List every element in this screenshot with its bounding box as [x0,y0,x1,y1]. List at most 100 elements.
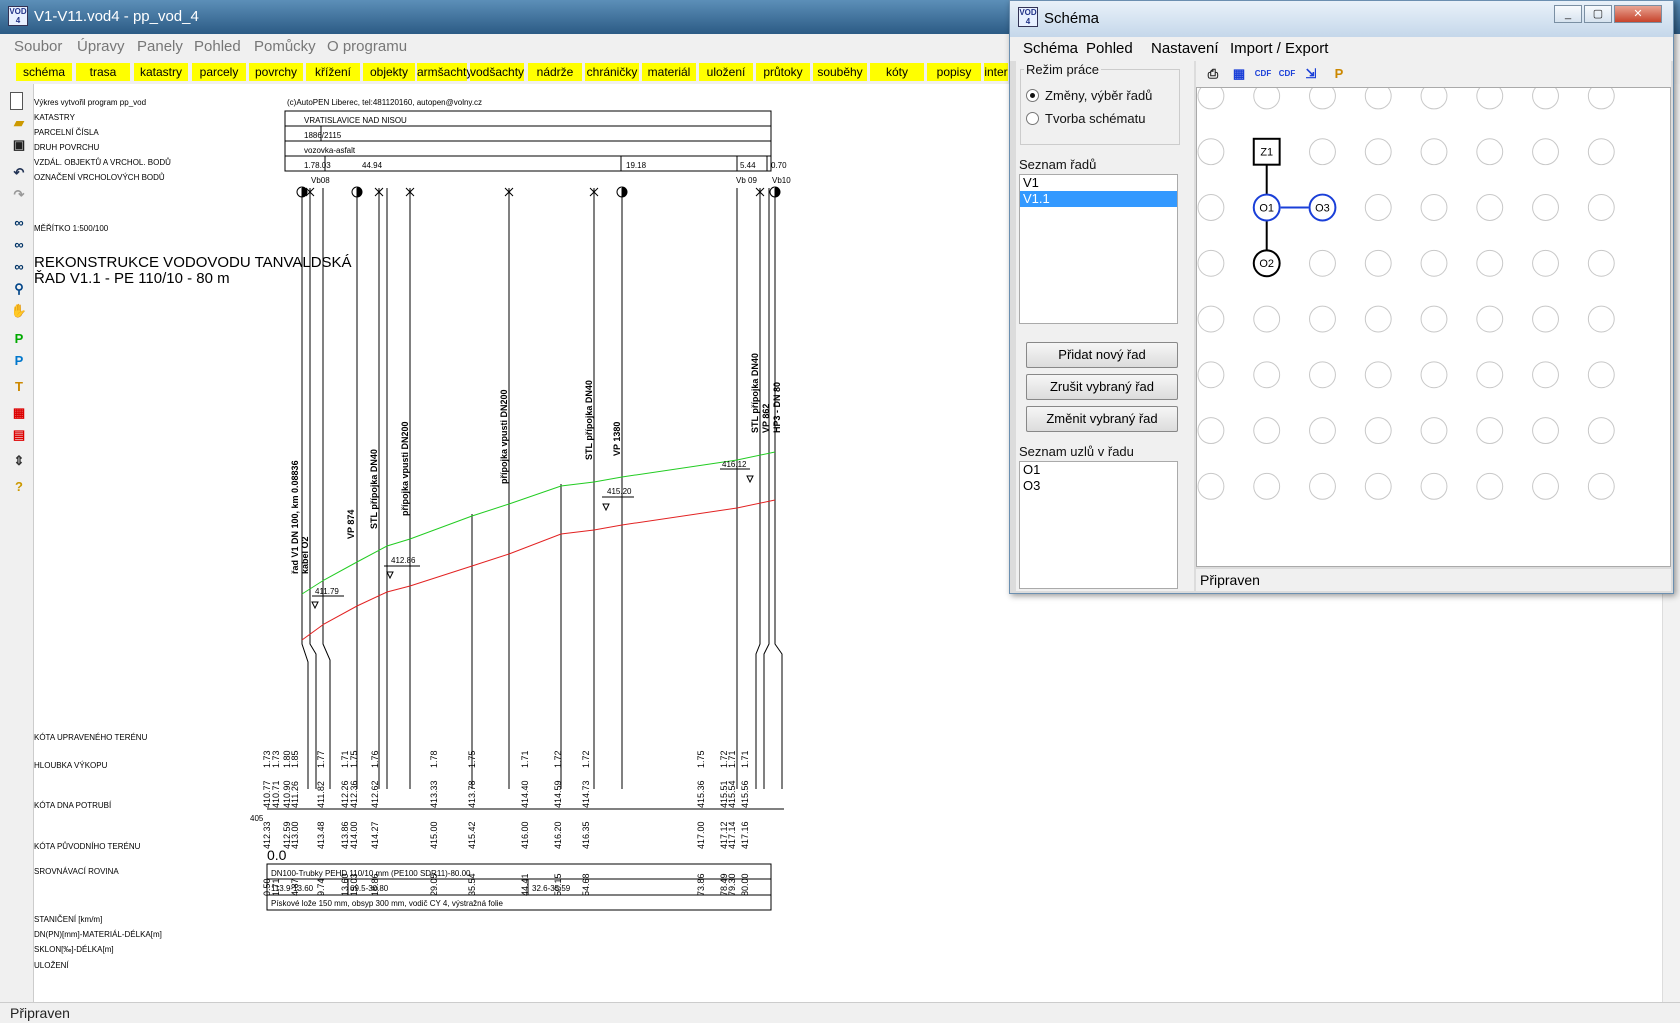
grid-slot[interactable] [1309,249,1336,277]
grid-slot[interactable] [1364,138,1392,166]
grid-slot[interactable] [1476,361,1504,389]
red-window-icon[interactable]: ▤ [10,426,28,444]
save-icon[interactable]: ▣ [10,136,28,154]
grid-icon[interactable]: ▦ [1230,65,1248,83]
zoom-icon[interactable]: ⚲ [10,280,28,298]
node-item-o3[interactable]: O3 [1020,478,1177,494]
grid-slot[interactable] [1309,472,1336,500]
grid-slot[interactable] [1253,417,1281,445]
grid-slot[interactable] [1476,194,1504,221]
tab-nadrze[interactable]: nádrže [528,63,582,81]
maximize-icon[interactable]: ▢ [1584,5,1612,23]
grid-slot[interactable] [1197,249,1225,277]
tab-popisy[interactable]: popisy [927,63,981,81]
mode-option-changes[interactable]: Změny, výběr řadů [1045,88,1152,103]
grid-slot[interactable] [1364,472,1392,500]
grid-slot[interactable] [1253,472,1281,500]
tab-material[interactable]: materiál [642,63,696,81]
grid-slot[interactable] [1587,361,1615,389]
tab-krizeni[interactable]: křížení [306,63,360,81]
mode-option-create[interactable]: Tvorba schématu [1045,111,1145,126]
tab-soubehy[interactable]: souběhy [813,63,867,81]
glasses-icon-3[interactable]: ∞ [10,258,28,276]
grid-slot[interactable] [1197,138,1225,166]
tab-chranicky[interactable]: chráničky [585,63,639,81]
pan-icon[interactable]: ✋ [10,302,28,320]
grid-slot[interactable] [1587,417,1615,445]
grid-slot[interactable] [1587,138,1615,166]
grid-slot[interactable] [1420,194,1448,221]
grid-slot[interactable] [1532,138,1559,166]
grid-slot[interactable] [1420,249,1448,277]
grid-slot[interactable] [1532,194,1559,221]
redo-icon[interactable]: ↷ [10,186,28,204]
grid-slot[interactable] [1532,361,1559,389]
add-row-button[interactable]: Přidat nový řad [1026,342,1178,368]
schema-menu-nastaveni[interactable]: Nastavení [1151,40,1219,57]
tab-parcely[interactable]: parcely [192,63,246,81]
grid-slot[interactable] [1587,305,1615,333]
p-blue-icon[interactable]: P [10,352,28,370]
text-t-icon[interactable]: T [10,378,28,396]
menu-o-programu[interactable]: O programu [327,38,407,55]
grid-slot[interactable] [1476,417,1504,445]
open-folder-icon[interactable]: ▰ [10,114,28,132]
grid-slot[interactable] [1587,249,1615,277]
grid-slot[interactable] [1532,87,1559,110]
menu-soubor[interactable]: Soubor [14,38,62,55]
row-item-v1-1[interactable]: V1.1 [1020,191,1177,207]
grid-slot[interactable] [1364,305,1392,333]
new-doc-icon[interactable] [10,92,23,110]
schema-grid[interactable]: Z1 O1 O3 O2 [1196,87,1671,567]
grid-slot[interactable] [1197,417,1225,445]
tab-ulozeni[interactable]: uložení [699,63,753,81]
tab-koty[interactable]: kóty [870,63,924,81]
grid-slot[interactable] [1197,472,1225,500]
tab-schema[interactable]: schéma [16,63,72,81]
grid-slot[interactable] [1420,138,1448,166]
grid-slot[interactable] [1476,249,1504,277]
menu-pomucky[interactable]: Pomůcky [254,38,316,55]
grid-slot[interactable] [1420,87,1448,110]
grid-slot[interactable] [1476,305,1504,333]
grid-slot[interactable] [1420,417,1448,445]
grid-slot[interactable] [1253,87,1281,110]
row-item-v1[interactable]: V1 [1020,175,1177,191]
grid-slot[interactable] [1309,138,1336,166]
glasses-icon-2[interactable]: ∞ [10,236,28,254]
grid-slot[interactable] [1364,194,1392,221]
grid-slot[interactable] [1532,417,1559,445]
help-icon[interactable]: ? [10,478,28,496]
p-green-icon[interactable]: P [10,330,28,348]
mode-radio-create[interactable] [1026,112,1039,125]
glasses-icon[interactable]: ∞ [10,214,28,232]
grid-slot[interactable] [1364,417,1392,445]
cdf-import-icon[interactable]: CDF [1278,65,1296,83]
grid-slot[interactable] [1197,87,1225,110]
close-icon[interactable]: ✕ [1614,5,1662,23]
grid-slot[interactable] [1253,305,1281,333]
grid-slot[interactable] [1587,87,1615,110]
node-item-o1[interactable]: O1 [1020,462,1177,478]
printer-icon[interactable]: ⎙ [1204,65,1222,83]
schema-menu-import-export[interactable]: Import / Export [1230,40,1328,57]
grid-slot[interactable] [1420,472,1448,500]
tab-armsachty[interactable]: armšachty [417,63,472,81]
grid-slot[interactable] [1309,361,1336,389]
grid-slot[interactable] [1197,361,1225,389]
grid-slot[interactable] [1364,361,1392,389]
tab-povrchy[interactable]: povrchy [249,63,303,81]
export-icon[interactable]: ⇲ [1302,65,1320,83]
grid-slot[interactable] [1587,194,1615,221]
tab-objekty[interactable]: objekty [363,63,415,81]
grid-slot[interactable] [1197,194,1225,221]
menu-pohled[interactable]: Pohled [194,38,241,55]
rows-list[interactable]: V1 V1.1 [1019,174,1178,324]
grid-slot[interactable] [1364,87,1392,110]
grid-slot[interactable] [1253,361,1281,389]
red-grid-icon[interactable]: ▦ [10,404,28,422]
grid-slot[interactable] [1309,87,1336,110]
cdf-export-icon[interactable]: CDF [1254,65,1272,83]
grid-slot[interactable] [1420,305,1448,333]
tab-prutoky[interactable]: průtoky [756,63,810,81]
